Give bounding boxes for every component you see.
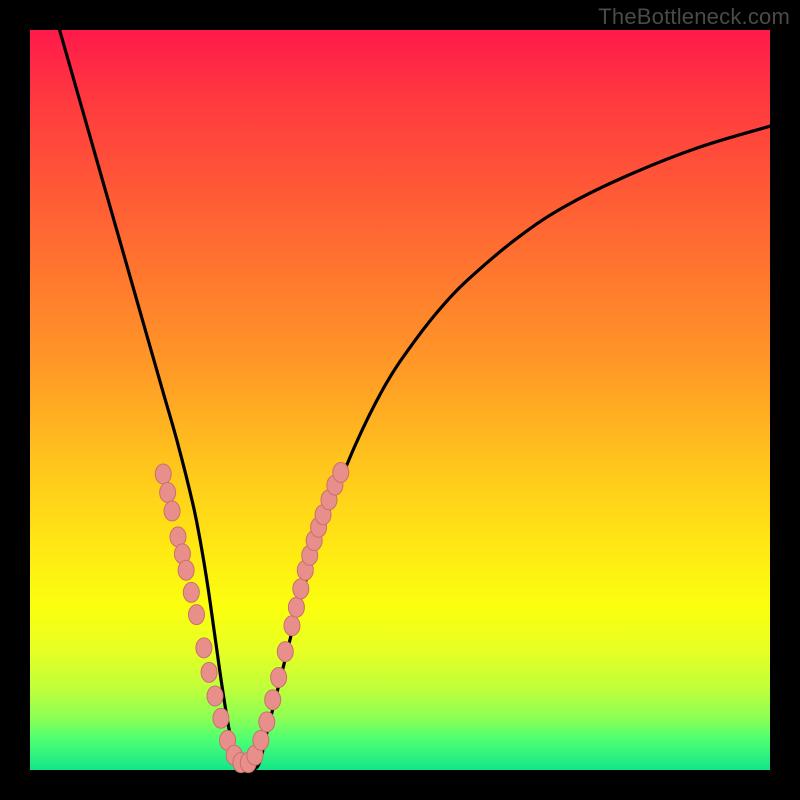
data-markers (155, 463, 349, 773)
data-marker (183, 582, 199, 602)
bottleneck-curve (60, 30, 770, 771)
data-marker (288, 597, 304, 617)
chart-svg (30, 30, 770, 770)
data-marker (213, 708, 229, 728)
data-marker (160, 483, 176, 503)
data-marker (207, 686, 223, 706)
data-marker (155, 464, 171, 484)
data-marker (333, 463, 349, 483)
data-marker (164, 501, 180, 521)
plot-area (30, 30, 770, 770)
data-marker (178, 560, 194, 580)
data-marker (196, 638, 212, 658)
data-marker (271, 668, 287, 688)
data-marker (293, 579, 309, 599)
chart-stage: TheBottleneck.com (0, 0, 800, 800)
data-marker (277, 642, 293, 662)
data-marker (201, 662, 217, 682)
data-marker (253, 730, 269, 750)
data-marker (259, 712, 275, 732)
data-marker (189, 605, 205, 625)
data-marker (284, 616, 300, 636)
data-marker (265, 690, 281, 710)
watermark-text: TheBottleneck.com (598, 4, 790, 30)
